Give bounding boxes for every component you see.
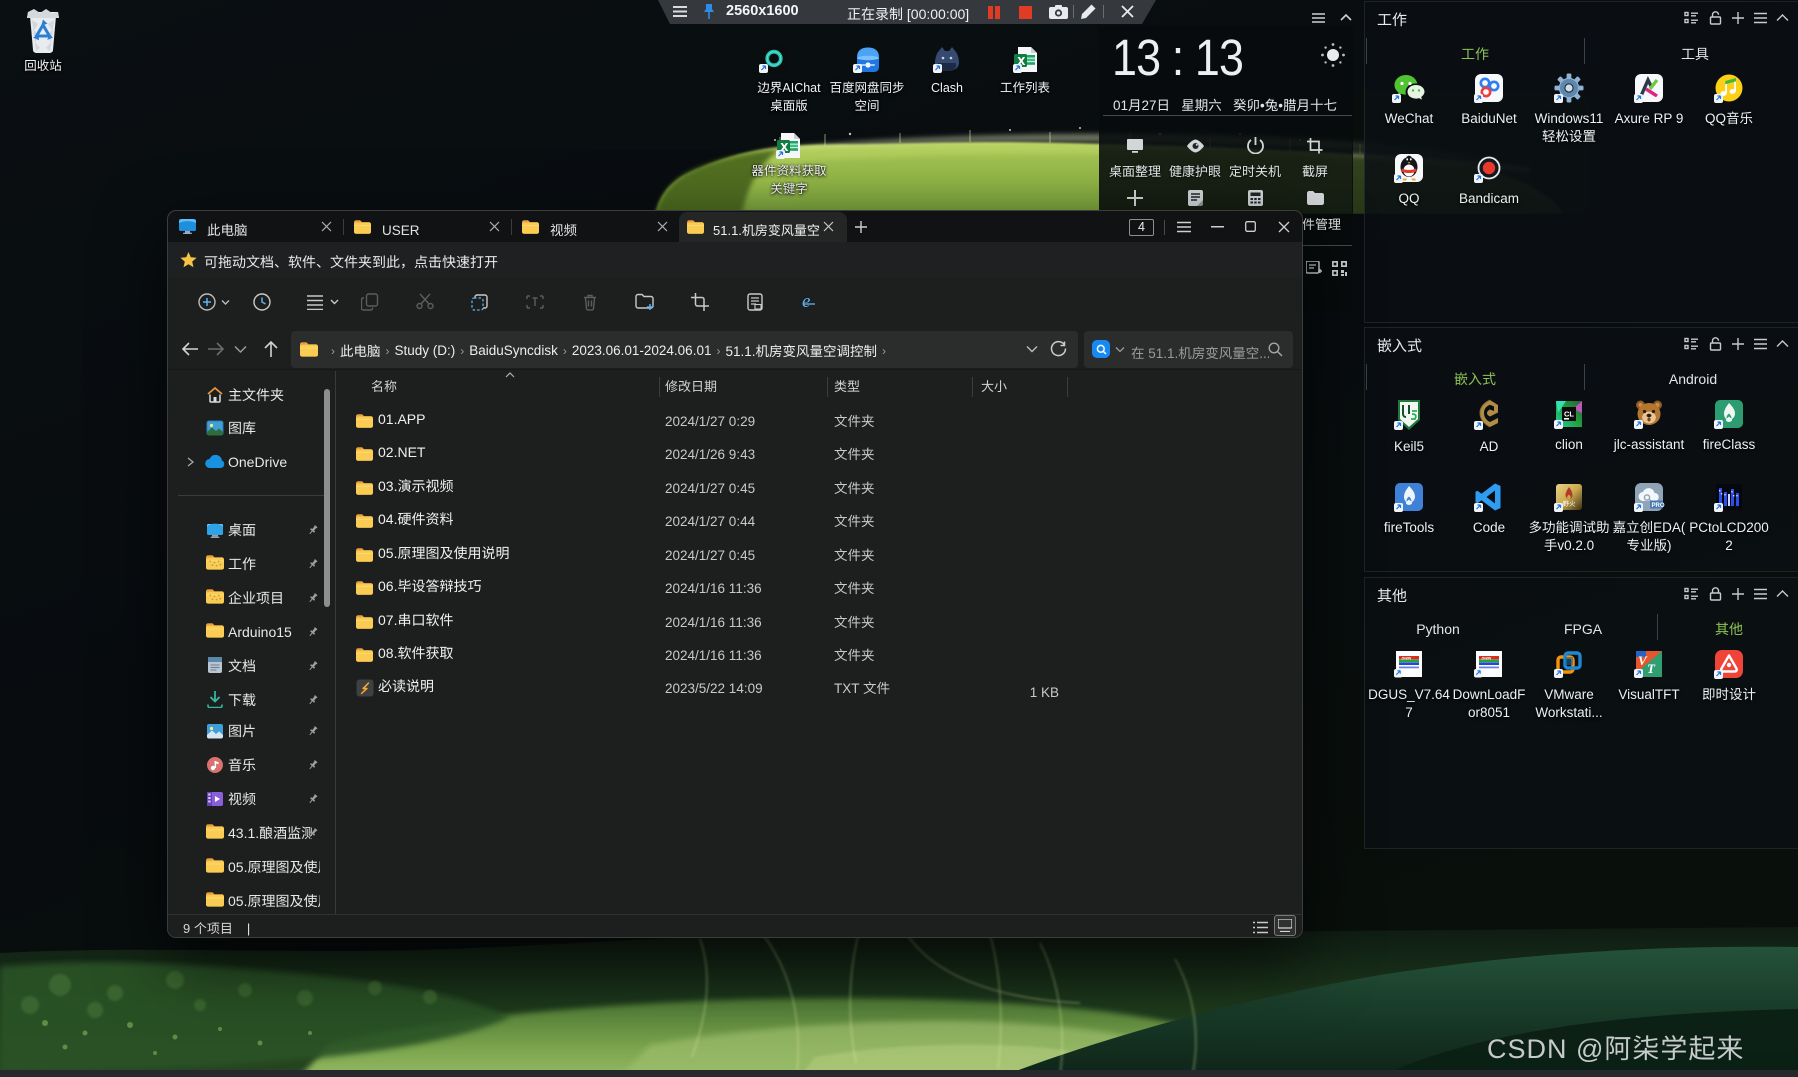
svg-text:e: e <box>802 291 810 311</box>
svg-text:T: T <box>1647 661 1656 676</box>
svg-text:DWIN: DWIN <box>1402 656 1412 660</box>
svg-text:PRO: PRO <box>1652 503 1665 509</box>
svg-text:野火: 野火 <box>1563 498 1577 508</box>
svg-text:DWIN: DWIN <box>1482 656 1492 660</box>
svg-text:CL: CL <box>1564 410 1574 419</box>
